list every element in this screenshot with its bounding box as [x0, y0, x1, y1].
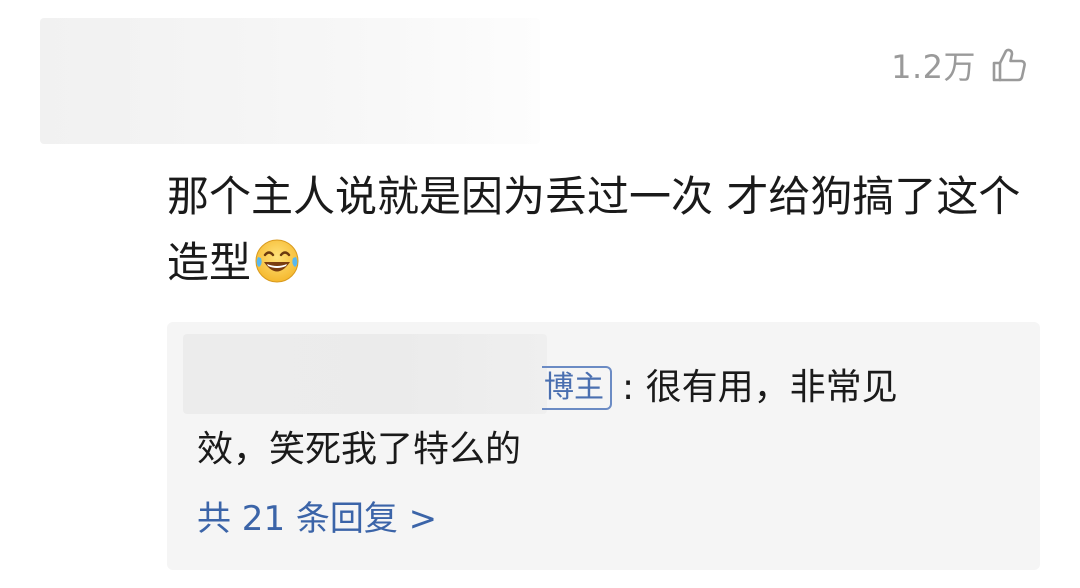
- blurred-reply-author: [183, 334, 547, 414]
- thumbs-up-icon: [992, 48, 1026, 82]
- blurred-user-info: [40, 18, 540, 144]
- comment-body: 那个主人说就是因为丢过一次 才给狗搞了这个造型: [167, 164, 1037, 296]
- like-count: 1.2万: [891, 48, 976, 86]
- view-all-replies-link[interactable]: 共 21 条回复 >: [197, 494, 437, 544]
- reply-line-1: 博主 : 很有用，非常见: [542, 360, 898, 416]
- author-badge: 博主: [542, 366, 612, 410]
- reply-text-line1: : 很有用，非常见: [622, 367, 898, 408]
- reply-preview[interactable]: 博主 : 很有用，非常见 效，笑死我了特么的 共 21 条回复 >: [167, 322, 1040, 570]
- tears-of-joy-emoji-icon: [255, 239, 299, 283]
- reply-text-line2: 效，笑死我了特么的: [197, 429, 522, 470]
- like-button[interactable]: 1.2万: [891, 40, 1028, 90]
